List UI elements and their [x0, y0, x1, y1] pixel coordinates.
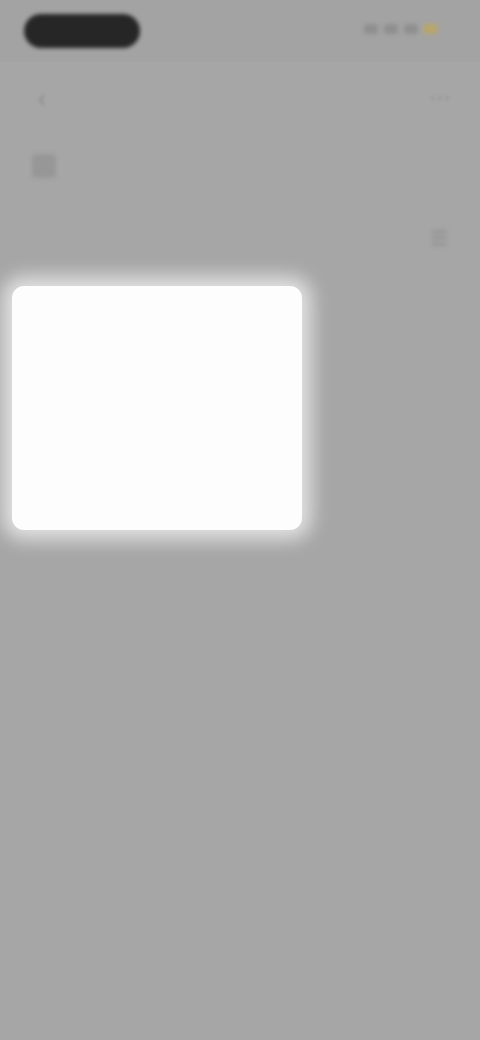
status-icons	[348, 24, 438, 38]
back-arrow-icon[interactable]: ‹	[26, 82, 58, 114]
menu-icon[interactable]	[32, 154, 56, 178]
filter-tab-3[interactable]	[258, 224, 342, 252]
dropdown-menu	[12, 286, 302, 530]
signal-icon	[364, 24, 378, 34]
sub-header	[0, 134, 480, 198]
dropdown-item-4[interactable]	[12, 490, 302, 518]
filter-row: ☰	[0, 206, 480, 270]
app-screen: ‹ ⋯ ☰	[0, 0, 480, 1040]
top-navigation: ‹ ⋯	[0, 62, 480, 134]
filter-tab-2[interactable]	[118, 224, 222, 252]
dropdown-item-3[interactable]	[12, 434, 302, 478]
charging-icon	[424, 24, 438, 34]
page-title	[140, 84, 340, 112]
dropdown-item-1[interactable]	[12, 306, 302, 350]
battery-icon	[404, 24, 418, 34]
filter-tab-1[interactable]	[36, 224, 100, 252]
status-bar	[0, 0, 480, 62]
filter-icon[interactable]: ☰	[424, 224, 454, 254]
status-time	[24, 14, 140, 48]
sub-header-label[interactable]	[108, 152, 248, 180]
dropdown-item-2[interactable]	[12, 370, 302, 414]
wifi-icon	[384, 24, 398, 34]
more-icon[interactable]: ⋯	[424, 82, 456, 114]
